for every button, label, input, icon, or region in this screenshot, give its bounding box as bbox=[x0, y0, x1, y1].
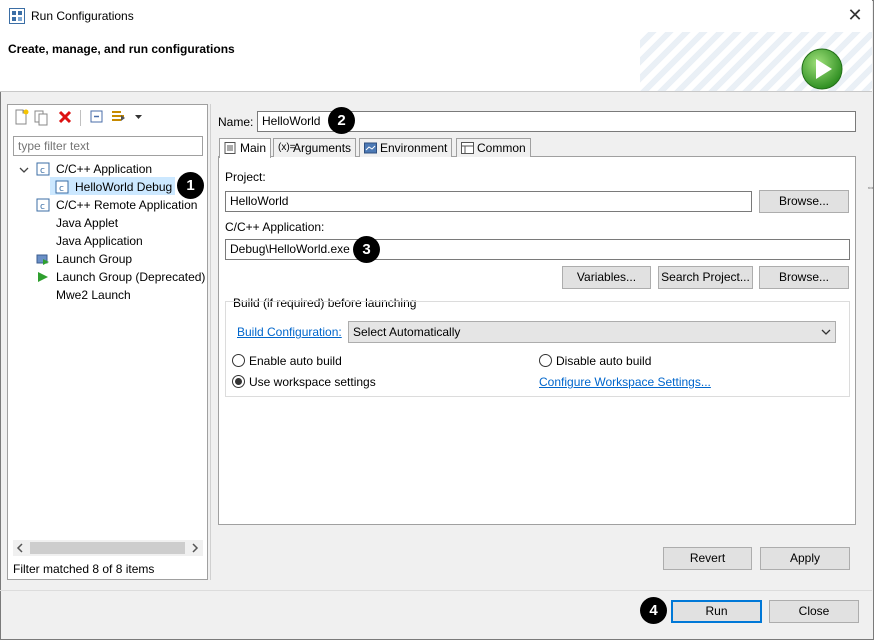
tree-item-label: Launch Group (Deprecated) bbox=[56, 270, 206, 284]
filter-status-text: Filter matched 8 of 8 items bbox=[13, 562, 155, 576]
dialog-header: Create, manage, and run configurations bbox=[0, 32, 872, 92]
cpp-remote-app-icon: c bbox=[36, 198, 50, 212]
callout-badge-2: 2 bbox=[328, 107, 355, 134]
arguments-tab-icon: (x)= bbox=[278, 142, 296, 153]
tab-main[interactable]: Main bbox=[219, 138, 272, 158]
tab-label: Common bbox=[477, 141, 526, 155]
cpp-application-field[interactable]: Debug\HelloWorld.exe bbox=[225, 239, 850, 260]
main-tab-icon bbox=[224, 142, 236, 154]
tree-item-label: Java Application bbox=[56, 234, 143, 248]
run-button[interactable]: Run bbox=[671, 600, 762, 623]
disable-auto-build-radio[interactable] bbox=[539, 354, 552, 367]
window-title: Run Configurations bbox=[31, 9, 134, 23]
cpp-application-label: C/C++ Application: bbox=[225, 220, 325, 234]
close-window-icon[interactable]: ✕ bbox=[840, 4, 870, 28]
use-workspace-settings-label: Use workspace settings bbox=[249, 375, 376, 389]
use-workspace-settings-radio[interactable] bbox=[232, 375, 245, 388]
tree-item-label: C/C++ Remote Application bbox=[56, 198, 198, 212]
tab-arguments[interactable]: (x)= Arguments bbox=[273, 138, 357, 157]
name-label: Name: bbox=[218, 115, 254, 129]
close-button[interactable]: Close bbox=[769, 600, 859, 623]
search-project-button[interactable]: Search Project... bbox=[658, 266, 753, 289]
filter-input[interactable] bbox=[13, 136, 203, 156]
new-configuration-icon[interactable] bbox=[12, 108, 30, 126]
variables-button[interactable]: Variables... bbox=[562, 266, 651, 289]
project-label: Project: bbox=[225, 170, 266, 184]
callout-badge-4: 4 bbox=[640, 597, 667, 624]
cpp-app-icon: c bbox=[36, 162, 50, 176]
disable-auto-build-label: Disable auto build bbox=[556, 354, 652, 368]
tree-item-label: Launch Group bbox=[56, 252, 133, 266]
build-configuration-link[interactable]: Build Configuration: bbox=[237, 325, 342, 339]
scroll-left-icon[interactable] bbox=[15, 543, 25, 553]
apply-button[interactable]: Apply bbox=[760, 547, 850, 570]
svg-text:c: c bbox=[40, 202, 45, 212]
run-large-icon bbox=[801, 48, 843, 90]
svg-text:c: c bbox=[40, 166, 45, 176]
common-tab-icon bbox=[461, 142, 474, 154]
scrollbar-thumb[interactable] bbox=[30, 542, 185, 554]
scroll-right-icon[interactable] bbox=[190, 543, 200, 553]
tab-label: Environment bbox=[380, 141, 448, 155]
duplicate-configuration-icon[interactable] bbox=[32, 108, 50, 126]
browse-application-button[interactable]: Browse... bbox=[759, 266, 849, 289]
configure-workspace-settings-link[interactable]: Configure Workspace Settings... bbox=[539, 375, 711, 389]
browse-project-button[interactable]: Browse... bbox=[759, 190, 849, 213]
chevron-down-icon[interactable] bbox=[130, 108, 148, 126]
tab-environment[interactable]: Environment bbox=[359, 138, 453, 157]
header-title: Create, manage, and run configurations bbox=[8, 42, 235, 56]
project-field[interactable]: HelloWorld bbox=[225, 191, 752, 212]
svg-text:c: c bbox=[59, 184, 64, 194]
toolbar-separator bbox=[80, 110, 81, 126]
build-configuration-value: Select Automatically bbox=[353, 325, 461, 339]
sash-handle-icon[interactable]: ⇔ bbox=[866, 182, 874, 192]
collapse-all-icon[interactable] bbox=[88, 108, 106, 126]
revert-button[interactable]: Revert bbox=[663, 547, 752, 570]
tab-label: Main bbox=[240, 141, 267, 155]
cpp-app-icon: c bbox=[55, 180, 69, 194]
expand-chevron-icon[interactable] bbox=[18, 164, 30, 176]
launch-group-deprecated-icon bbox=[38, 272, 48, 282]
enable-auto-build-radio[interactable] bbox=[232, 354, 245, 367]
tab-common[interactable]: Common bbox=[456, 138, 531, 157]
chevron-down-icon bbox=[821, 329, 831, 335]
environment-tab-icon bbox=[364, 142, 377, 154]
tree-item-label: Mwe2 Launch bbox=[56, 288, 131, 302]
footer-separator bbox=[0, 590, 872, 591]
filter-configurations-icon[interactable] bbox=[110, 108, 128, 126]
enable-auto-build-label: Enable auto build bbox=[249, 354, 342, 368]
tab-label: Arguments bbox=[293, 141, 352, 155]
launch-group-icon bbox=[36, 254, 49, 265]
callout-badge-3: 3 bbox=[353, 236, 380, 263]
build-configuration-select[interactable]: Select Automatically bbox=[348, 321, 836, 343]
tree-item-label: HelloWorld Debug bbox=[75, 180, 173, 194]
tree-item-label: Java Applet bbox=[56, 216, 119, 230]
tree-item-label: C/C++ Application bbox=[56, 162, 153, 176]
delete-configuration-icon[interactable] bbox=[56, 108, 74, 126]
run-config-app-icon bbox=[9, 8, 25, 24]
callout-badge-1: 1 bbox=[177, 172, 204, 199]
